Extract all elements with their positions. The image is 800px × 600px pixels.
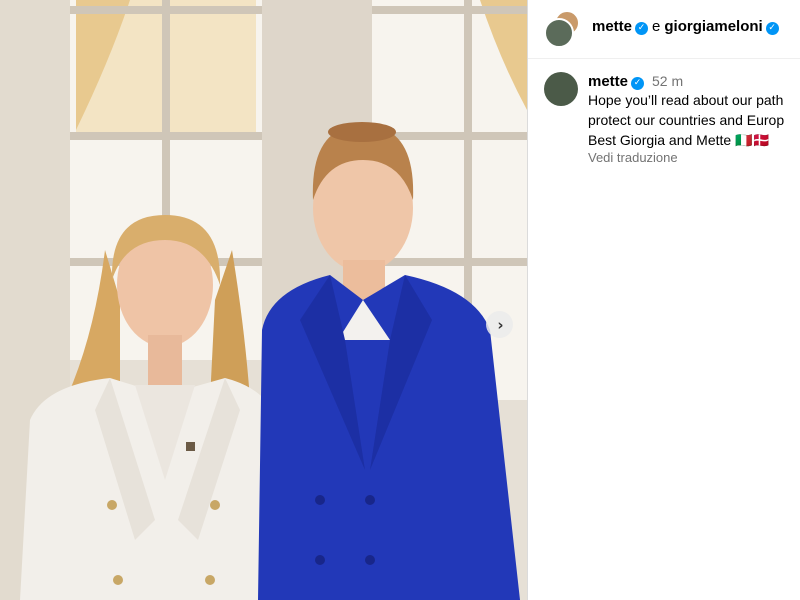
coauthor-username[interactable]: giorgiameloni [664,18,762,35]
caption-header: mette ✓ 52 m [588,73,800,90]
chevron-right-icon: › [497,315,504,334]
next-photo-button[interactable]: › [486,311,513,338]
caption-timestamp[interactable]: 52 m [652,73,683,89]
post-side-panel: mette ✓ e giorgiameloni ✓ mette ✓ 52 m Hope yo… [528,0,800,600]
post-authors: mette ✓ e giorgiameloni ✓ [592,18,779,35]
author-username[interactable]: mette [592,18,632,35]
caption-comment: mette ✓ 52 m Hope you’ll read about our pa… [528,59,800,165]
post-photo[interactable]: › [0,0,527,600]
authors-conjunction: e [652,18,661,35]
photo-illustration [0,0,527,600]
caption-username[interactable]: mette [588,73,628,90]
author-avatar[interactable] [544,18,574,48]
caption-line: Best Giorgia and Mette 🇮🇹🇩🇰 [588,132,770,148]
coauthor-avatars[interactable] [544,10,584,50]
post-header: mette ✓ e giorgiameloni ✓ [528,0,800,59]
verified-badge-icon: ✓ [635,22,649,35]
caption-avatar[interactable] [544,72,578,106]
see-translation-link[interactable]: Vedi traduzione [588,150,800,165]
caption-line: protect our countries and Europ [588,112,785,128]
caption-line: Hope you’ll read about our path [588,92,784,108]
verified-badge-icon: ✓ [765,22,779,35]
verified-badge-icon: ✓ [631,77,645,90]
